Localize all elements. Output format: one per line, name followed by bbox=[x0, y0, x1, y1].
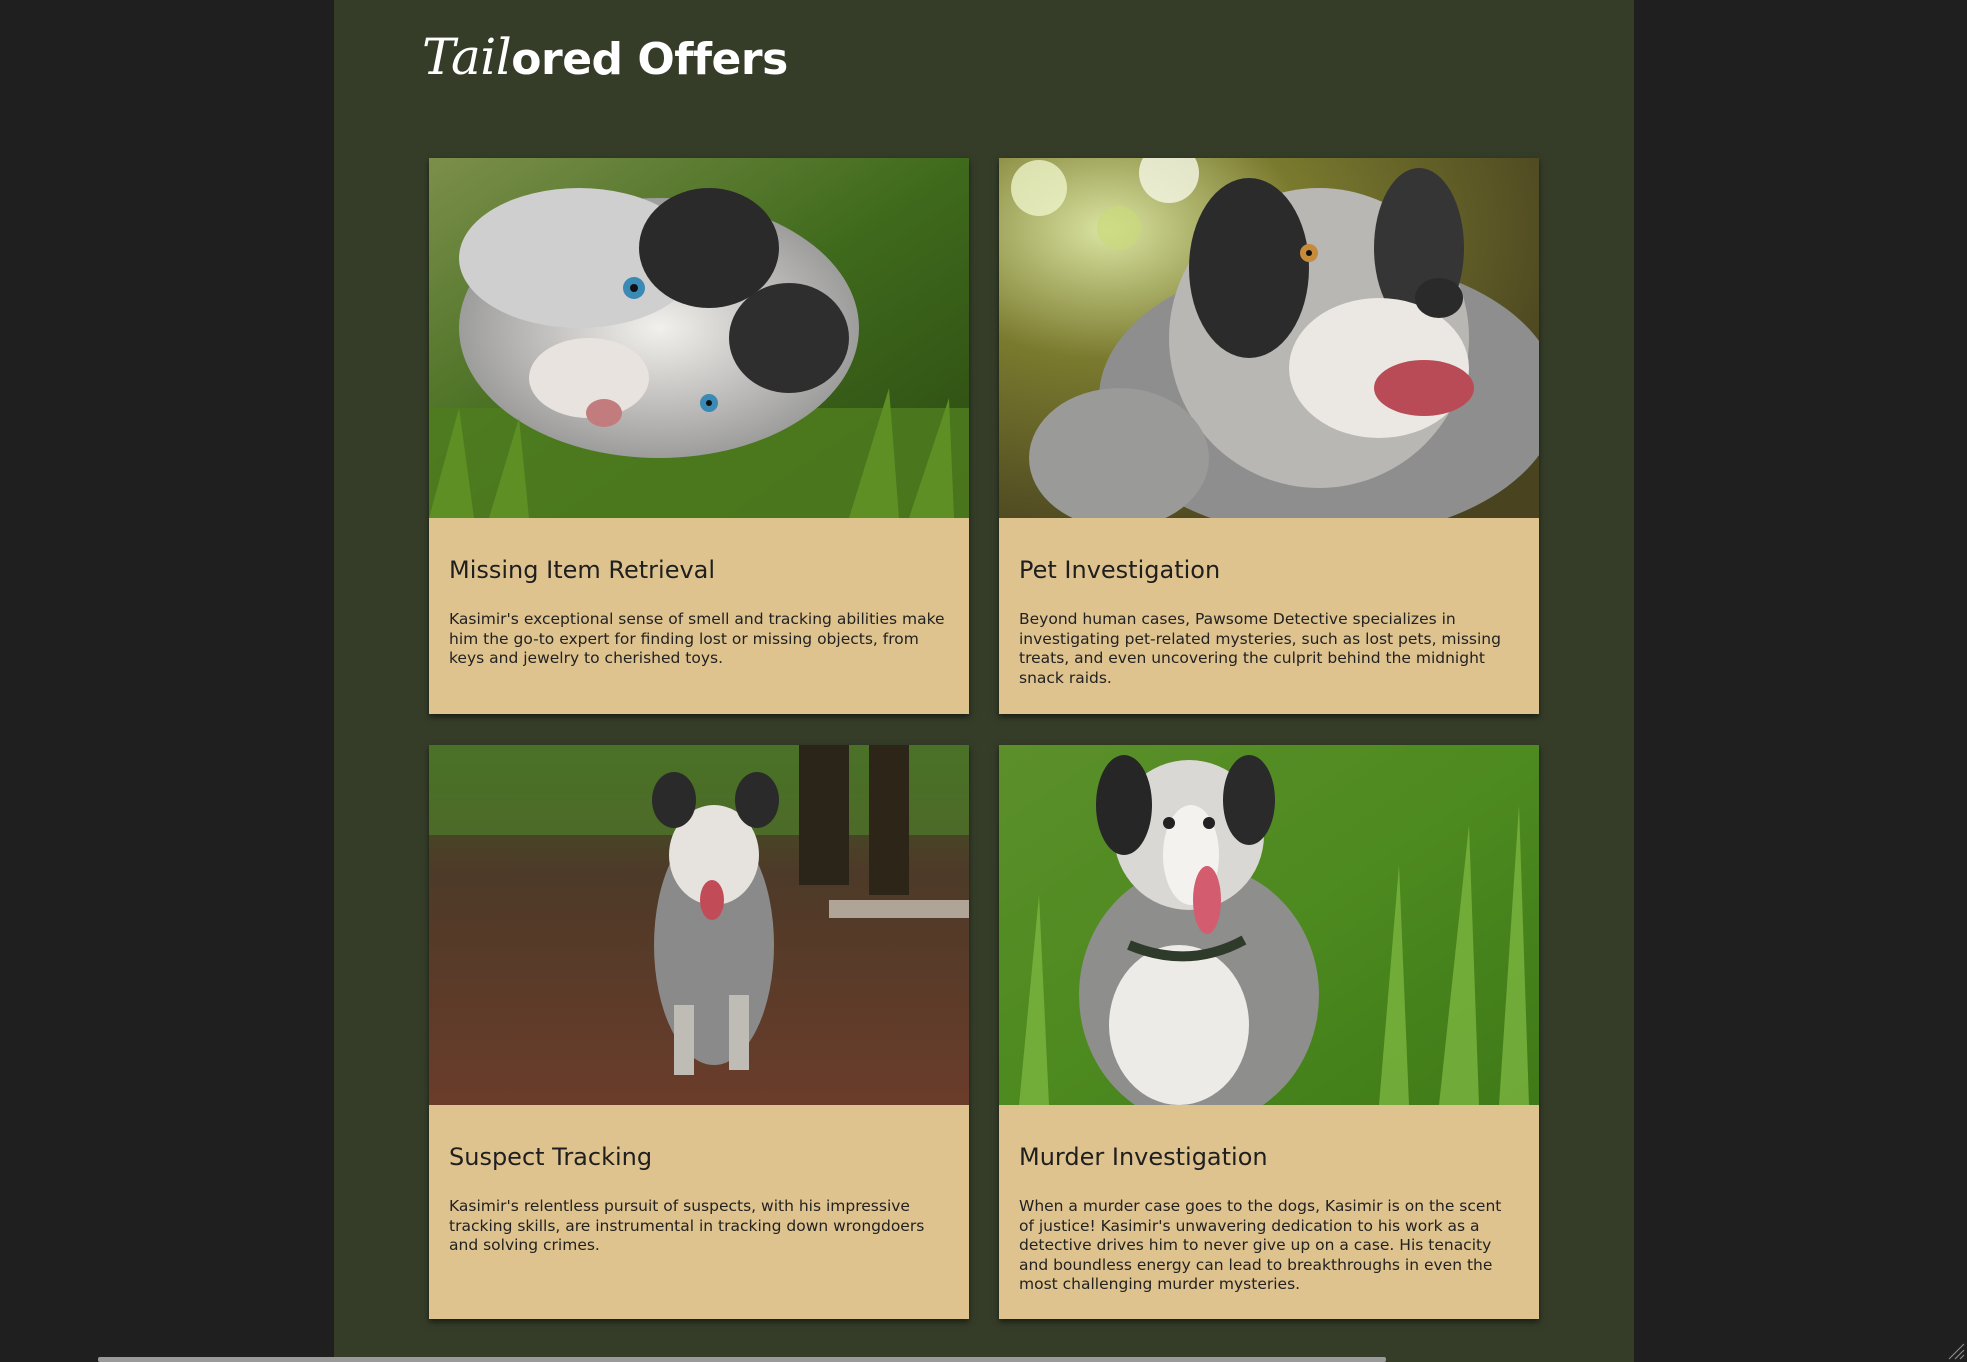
dog-smiling-forest-photo bbox=[999, 158, 1539, 518]
offer-title: Missing Item Retrieval bbox=[449, 556, 716, 584]
offer-title: Murder Investigation bbox=[1019, 1143, 1268, 1171]
dog-running-trail-photo bbox=[429, 745, 969, 1105]
dog-sitting-grass-photo bbox=[999, 745, 1539, 1105]
dog-lying-in-grass-photo bbox=[429, 158, 969, 518]
page-container: Tail ored Offers Missing Item Retrieval … bbox=[334, 0, 1634, 1362]
site-logo[interactable]: Tail ored Offers bbox=[422, 28, 788, 88]
offer-card: Missing Item Retrieval Kasimir's excepti… bbox=[429, 158, 969, 714]
offer-title: Suspect Tracking bbox=[449, 1143, 653, 1171]
logo-script-text: Tail bbox=[422, 28, 512, 86]
horizontal-scrollbar[interactable] bbox=[98, 1357, 1386, 1362]
logo-bold-text: ored Offers bbox=[511, 34, 788, 85]
offer-description: Kasimir's exceptional sense of smell and… bbox=[449, 610, 945, 667]
offer-description: Beyond human cases, Pawsome Detective sp… bbox=[1019, 610, 1501, 687]
offer-description: Kasimir's relentless pursuit of suspects… bbox=[449, 1197, 925, 1254]
offer-description: When a murder case goes to the dogs, Kas… bbox=[1019, 1197, 1502, 1293]
offer-title: Pet Investigation bbox=[1019, 556, 1221, 584]
resize-grip-icon[interactable] bbox=[1947, 1342, 1965, 1360]
offer-card: Pet Investigation Beyond human cases, Pa… bbox=[999, 158, 1539, 714]
offer-card: Suspect Tracking Kasimir's relentless pu… bbox=[429, 745, 969, 1319]
offer-card: Murder Investigation When a murder case … bbox=[999, 745, 1539, 1319]
